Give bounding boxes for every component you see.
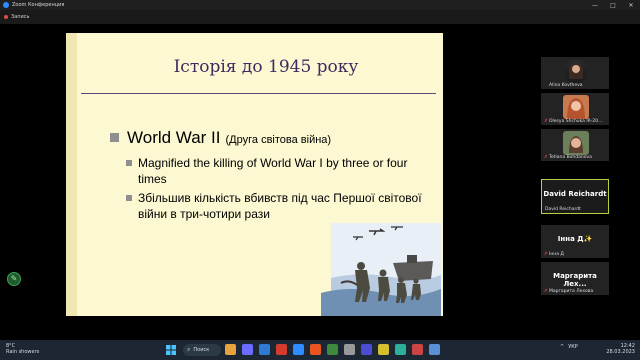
window-title: Zoom Конференция: [12, 2, 65, 8]
window-controls: — □ ✕: [586, 2, 640, 9]
sub-bullet-text: Magnified the killing of World War I by …: [138, 156, 408, 186]
recording-dot-icon: [4, 15, 8, 19]
system-tray: ^ УКР: [560, 344, 578, 350]
avatar: [564, 59, 588, 83]
clock-date: 28.03.2023: [606, 349, 635, 355]
participant-tile[interactable]: Маргарита Лех... ✗ Маргарита Лехова: [541, 262, 609, 295]
windows-taskbar: 8°C Rain showers ⌕ Поиск ^ УКР 12:42 28.…: [0, 340, 640, 360]
participant-name: Маргарита Лехова: [549, 289, 594, 294]
search-label: Поиск: [193, 347, 210, 353]
recording-bar: Запись: [0, 10, 640, 24]
close-button[interactable]: ✕: [622, 2, 640, 9]
teams-icon[interactable]: [242, 344, 253, 355]
app-icon[interactable]: [344, 344, 355, 355]
main-bullet-translation: (Друга світова війна): [225, 134, 332, 146]
main-bullet-text: World War II: [127, 128, 221, 147]
participant-name: Інна Д: [549, 252, 564, 257]
maximize-button[interactable]: □: [604, 2, 622, 9]
avatar: [563, 95, 589, 119]
minimize-button[interactable]: —: [586, 2, 604, 9]
weather-desc: Rain showers: [6, 349, 40, 355]
weather-widget[interactable]: 8°C Rain showers: [6, 343, 39, 355]
search-icon: ⌕: [187, 346, 191, 353]
slide-left-bar: [66, 33, 77, 316]
sub-bullet: Magnified the killing of World War I by …: [126, 155, 426, 187]
language-indicator[interactable]: УКР: [568, 344, 578, 350]
taskbar-apps: [225, 344, 440, 355]
mic-muted-icon: ✗: [544, 289, 548, 294]
file-explorer-icon[interactable]: [225, 344, 236, 355]
powerpoint-icon[interactable]: [310, 344, 321, 355]
mic-muted-icon: ✗: [544, 155, 548, 160]
taskbar-search[interactable]: ⌕ Поиск: [183, 344, 221, 356]
participant-display-name: David Reichardt: [543, 190, 607, 198]
avatar: [563, 131, 589, 155]
zoom-icon[interactable]: [293, 344, 304, 355]
sub-bullet: Збільшив кількість вбивств під час Першо…: [126, 190, 426, 222]
shared-screen-slide: Історія до 1945 року World War II (Друга…: [66, 33, 443, 316]
soldiers-clipart-image: [321, 223, 441, 316]
app-icon[interactable]: [412, 344, 423, 355]
recording-label[interactable]: Запись: [11, 14, 29, 20]
participant-tile[interactable]: ✗ Olesya Shchuka IR-20...: [541, 93, 609, 125]
participant-tile[interactable]: Alina Kovtheva: [541, 57, 609, 89]
main-bullet: World War II (Друга світова війна): [110, 128, 440, 148]
opera-icon[interactable]: [276, 344, 287, 355]
bullet-square-icon: [126, 195, 132, 201]
taskbar-clock[interactable]: 12:42 28.03.2023: [597, 343, 635, 355]
bullet-square-icon: [126, 160, 132, 166]
app-icon[interactable]: [327, 344, 338, 355]
participant-tile-active-speaker[interactable]: David Reichardt David Reichardt: [541, 179, 609, 214]
app-icon[interactable]: [361, 344, 372, 355]
zoom-logo-icon: [3, 2, 9, 8]
mic-muted-icon: ✗: [544, 119, 548, 124]
annotate-pencil-button[interactable]: ✎: [7, 272, 21, 286]
app-icon[interactable]: [378, 344, 389, 355]
tray-chevron-icon[interactable]: ^: [560, 344, 564, 350]
participant-display-name: Інна Д✨: [557, 235, 593, 243]
participant-name: Olesya Shchuka IR-20...: [549, 119, 603, 124]
bullet-square-icon: [110, 133, 119, 142]
mic-muted-icon: ✗: [544, 252, 548, 257]
participant-name: Alina Kovtheva: [549, 83, 583, 88]
participant-display-name: Маргарита Лех...: [553, 272, 597, 288]
windows-start-icon[interactable]: [166, 345, 176, 355]
title-divider: [81, 93, 436, 94]
slide-title: Історія до 1945 року: [173, 57, 359, 77]
participant-tile[interactable]: Інна Д✨ ✗ Інна Д: [541, 225, 609, 258]
sub-bullet-text: Збільшив кількість вбивств під час Першо…: [138, 191, 422, 221]
participant-name: Tetiana Bohdanova: [549, 155, 592, 160]
app-icon[interactable]: [429, 344, 440, 355]
window-titlebar: Zoom Конференция — □ ✕: [0, 0, 640, 10]
participant-name: David Reichardt: [545, 207, 581, 212]
app-icon[interactable]: [395, 344, 406, 355]
participant-tile[interactable]: ✗ Tetiana Bohdanova: [541, 129, 609, 161]
edge-icon[interactable]: [259, 344, 270, 355]
